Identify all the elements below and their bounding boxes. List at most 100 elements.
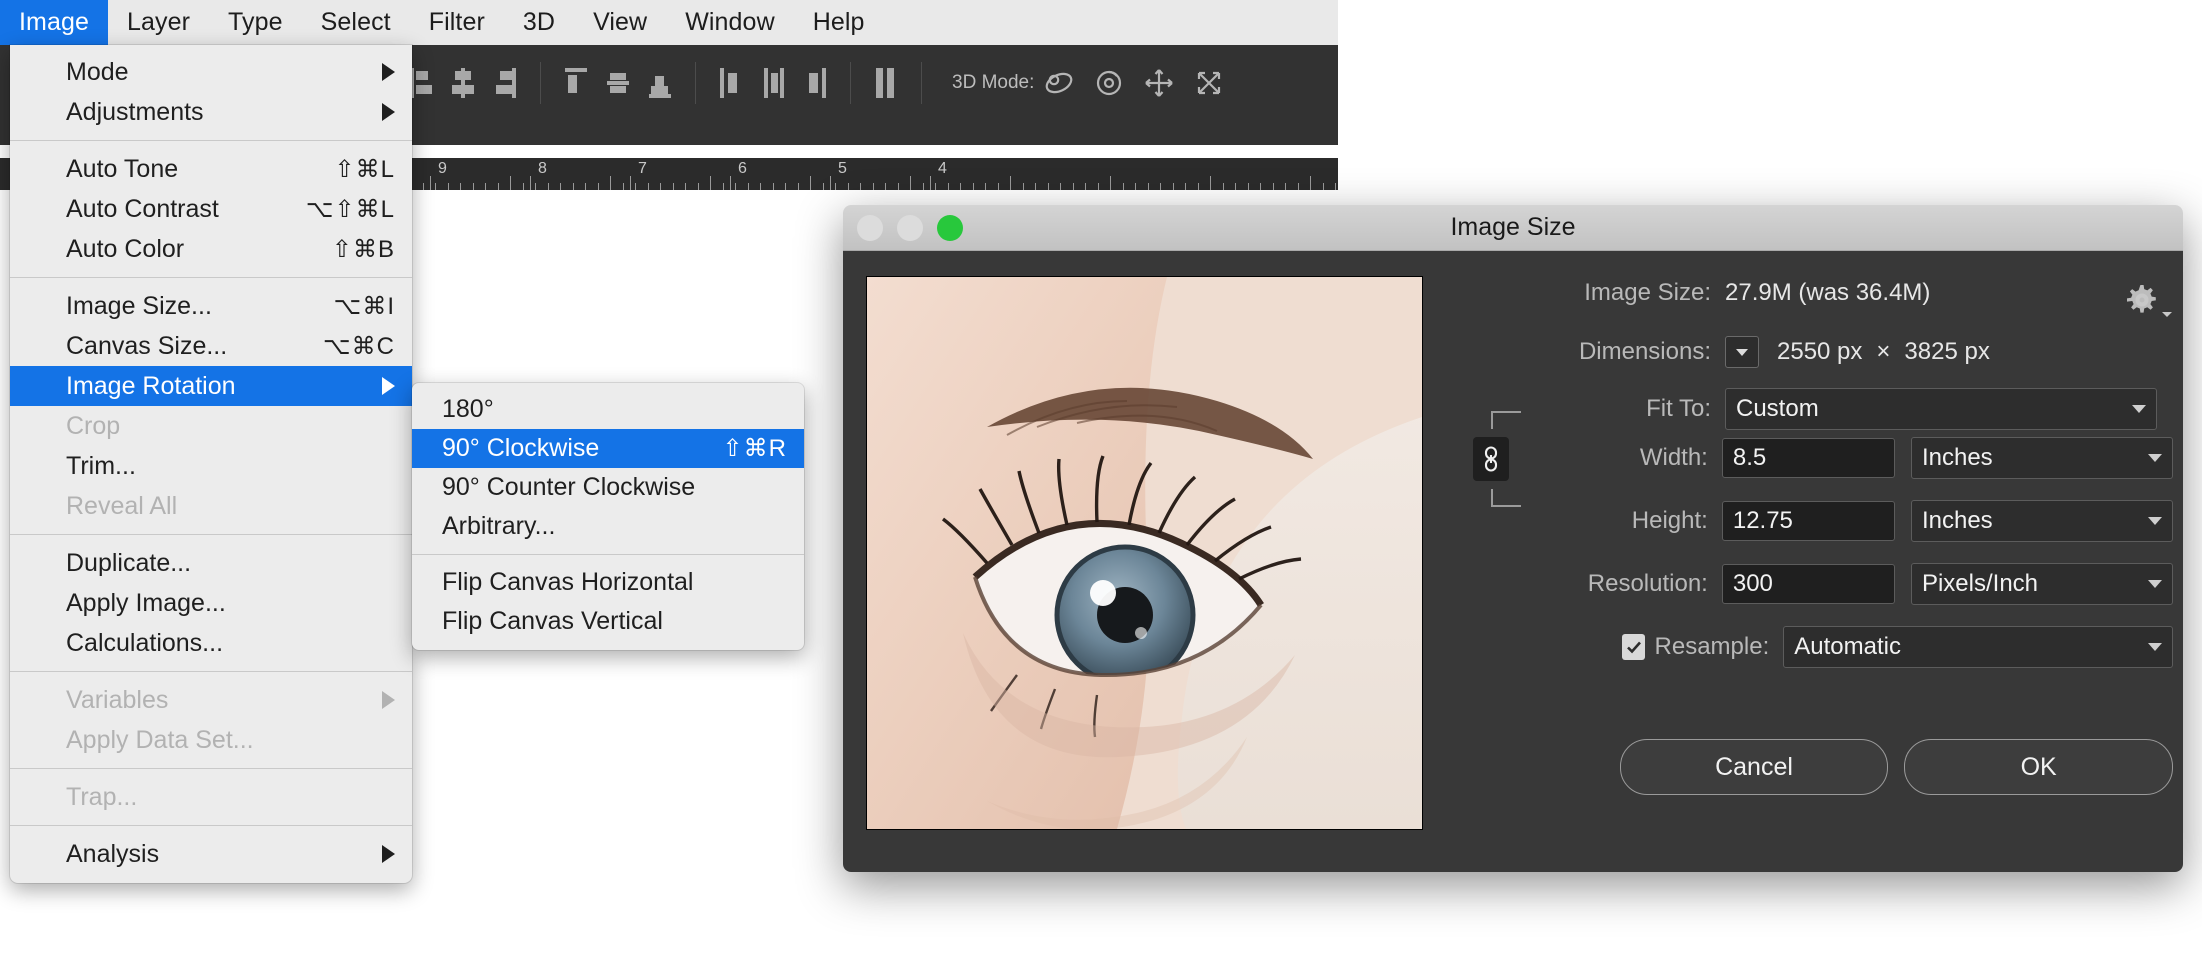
menu-item-label: Calculations...	[66, 628, 224, 657]
menu-item-label: Reveal All	[66, 491, 178, 520]
chevron-down-icon	[2132, 405, 2146, 413]
ruler-tick	[598, 183, 599, 190]
menu-item-analysis[interactable]: Analysis	[10, 834, 412, 874]
width-unit-dropdown[interactable]: Inches	[1910, 437, 2173, 479]
menubar-item-filter[interactable]: Filter	[410, 0, 504, 45]
resample-checkbox[interactable]	[1622, 634, 1645, 660]
ruler-tick	[685, 183, 686, 190]
fit-to-dropdown[interactable]: Custom	[1725, 388, 2157, 430]
ruler-tick	[698, 183, 699, 190]
menubar-item-window[interactable]: Window	[666, 0, 794, 45]
menu-item-variables: Variables	[10, 680, 412, 720]
ruler-tick	[1323, 183, 1324, 190]
toolbar-divider	[850, 61, 851, 104]
menu-item-auto-color[interactable]: Auto Color ⇧⌘B	[10, 229, 412, 269]
align-right-edges-icon[interactable]	[494, 67, 516, 98]
menu-item-label: Auto Contrast	[66, 194, 219, 223]
ruler-tick	[748, 183, 749, 190]
submenu-arrow-icon	[382, 845, 395, 863]
submenu-item-180[interactable]: 180°	[412, 390, 804, 429]
3d-pan-icon[interactable]	[1142, 66, 1176, 100]
menu-item-image-size[interactable]: Image Size... ⌥⌘I	[10, 286, 412, 326]
resample-dropdown[interactable]: Automatic	[1783, 626, 2173, 668]
menu-item-label: Analysis	[66, 839, 160, 868]
menu-item-auto-contrast[interactable]: Auto Contrast ⌥⇧⌘L	[10, 189, 412, 229]
ruler-tick	[898, 183, 899, 190]
menubar-item-view[interactable]: View	[574, 0, 666, 45]
align-top-edges-icon[interactable]	[565, 67, 587, 98]
dialog-title: Image Size	[1450, 213, 1576, 241]
ruler-tick	[1185, 183, 1186, 190]
ruler-tick	[785, 183, 786, 190]
align-vertical-centers-icon[interactable]	[607, 68, 629, 98]
menubar-item-select[interactable]: Select	[302, 0, 410, 45]
menubar-item-layer[interactable]: Layer	[108, 0, 209, 45]
width-input[interactable]: 8.5	[1721, 438, 1895, 478]
align-horizontal-centers-icon[interactable]	[452, 67, 474, 98]
fit-to-value: Custom	[1736, 395, 1819, 422]
distribute-left-icon[interactable]	[720, 67, 742, 98]
submenu-item-label: 180°	[442, 395, 494, 423]
menu-item-label: Image Size...	[66, 291, 212, 320]
menu-item-trim[interactable]: Trim...	[10, 446, 412, 486]
ruler-tick	[660, 183, 661, 190]
menu-item-apply-image[interactable]: Apply Image...	[10, 583, 412, 623]
menu-item-reveal-all: Reveal All	[10, 486, 412, 526]
distribute-right-icon[interactable]	[804, 67, 826, 98]
height-input[interactable]: 12.75	[1721, 501, 1895, 541]
menu-item-label: Canvas Size...	[66, 331, 228, 360]
menubar-item-type[interactable]: Type	[209, 0, 302, 45]
dimensions-unit-dropdown[interactable]	[1725, 336, 1759, 368]
menubar-item-image[interactable]: Image	[0, 0, 108, 45]
resolution-unit-dropdown[interactable]: Pixels/Inch	[1910, 563, 2173, 605]
ok-button[interactable]: OK	[1904, 739, 2174, 795]
chevron-down-icon	[1736, 348, 1748, 356]
image-preview[interactable]	[866, 276, 1423, 830]
menu-item-canvas-size[interactable]: Canvas Size... ⌥⌘C	[10, 326, 412, 366]
dialog-title-bar: Image Size	[843, 205, 2183, 251]
distribute-center-icon[interactable]	[762, 67, 784, 98]
distribute-spacing-icon[interactable]	[875, 67, 897, 98]
menu-item-label: Trap...	[66, 782, 138, 811]
3d-orbit-icon[interactable]	[1042, 66, 1076, 100]
image-rotation-submenu[interactable]: 180° 90° Clockwise ⇧⌘R 90° Counter Clockwis…	[412, 383, 804, 650]
height-unit-dropdown[interactable]: Inches	[1910, 500, 2173, 542]
ruler-tick	[948, 183, 949, 190]
submenu-item-90-clockwise[interactable]: 90° Clockwise ⇧⌘R	[412, 429, 804, 468]
submenu-item-flip-canvas-horizontal[interactable]: Flip Canvas Horizontal	[412, 563, 804, 602]
submenu-item-arbitrary[interactable]: Arbitrary...	[412, 507, 804, 546]
image-size-panel: Image Size: 27.9M (was 36.4M) Dimensions…	[1453, 251, 2183, 872]
menu-item-auto-tone[interactable]: Auto Tone ⇧⌘L	[10, 149, 412, 189]
image-menu-dropdown[interactable]: Mode Adjustments Auto Tone ⇧⌘L Auto Contrast…	[10, 45, 412, 883]
3d-slide-icon[interactable]	[1192, 66, 1226, 100]
submenu-item-label: Arbitrary...	[442, 512, 556, 540]
ruler-tick	[1235, 183, 1236, 190]
ruler-tick	[935, 183, 936, 190]
menu-item-label: Auto Color	[66, 234, 185, 263]
ruler-tick-label: 6	[738, 160, 747, 177]
menubar-item-3d[interactable]: 3D	[504, 0, 574, 45]
3d-roll-icon[interactable]	[1092, 66, 1126, 100]
menu-item-label: Apply Data Set...	[66, 725, 254, 754]
menu-item-calculations[interactable]: Calculations...	[10, 623, 412, 663]
menu-separator	[10, 140, 412, 141]
ruler-tick	[435, 183, 436, 190]
ruler-tick-label: 5	[838, 160, 847, 177]
menu-item-image-rotation[interactable]: Image Rotation	[10, 366, 412, 406]
menu-item-mode[interactable]: Mode	[10, 52, 412, 92]
menu-item-adjustments[interactable]: Adjustments	[10, 92, 412, 132]
cancel-button[interactable]: Cancel	[1619, 739, 1889, 795]
menu-item-label: Image Rotation	[66, 371, 236, 400]
menu-item-duplicate[interactable]: Duplicate...	[10, 543, 412, 583]
submenu-item-flip-canvas-vertical[interactable]: Flip Canvas Vertical	[412, 602, 804, 641]
submenu-arrow-icon	[382, 691, 395, 709]
align-bottom-edges-icon[interactable]	[649, 68, 671, 98]
align-left-edges-icon[interactable]	[410, 67, 432, 98]
resolution-input[interactable]: 300	[1721, 564, 1895, 604]
ruler-tick	[535, 183, 536, 190]
submenu-item-90-counter-clockwise[interactable]: 90° Counter Clockwise	[412, 468, 804, 507]
ruler-tick-label: 8	[538, 160, 547, 177]
menubar-item-help[interactable]: Help	[794, 0, 884, 45]
submenu-item-label: 90° Clockwise	[442, 434, 600, 462]
submenu-separator	[412, 554, 804, 555]
